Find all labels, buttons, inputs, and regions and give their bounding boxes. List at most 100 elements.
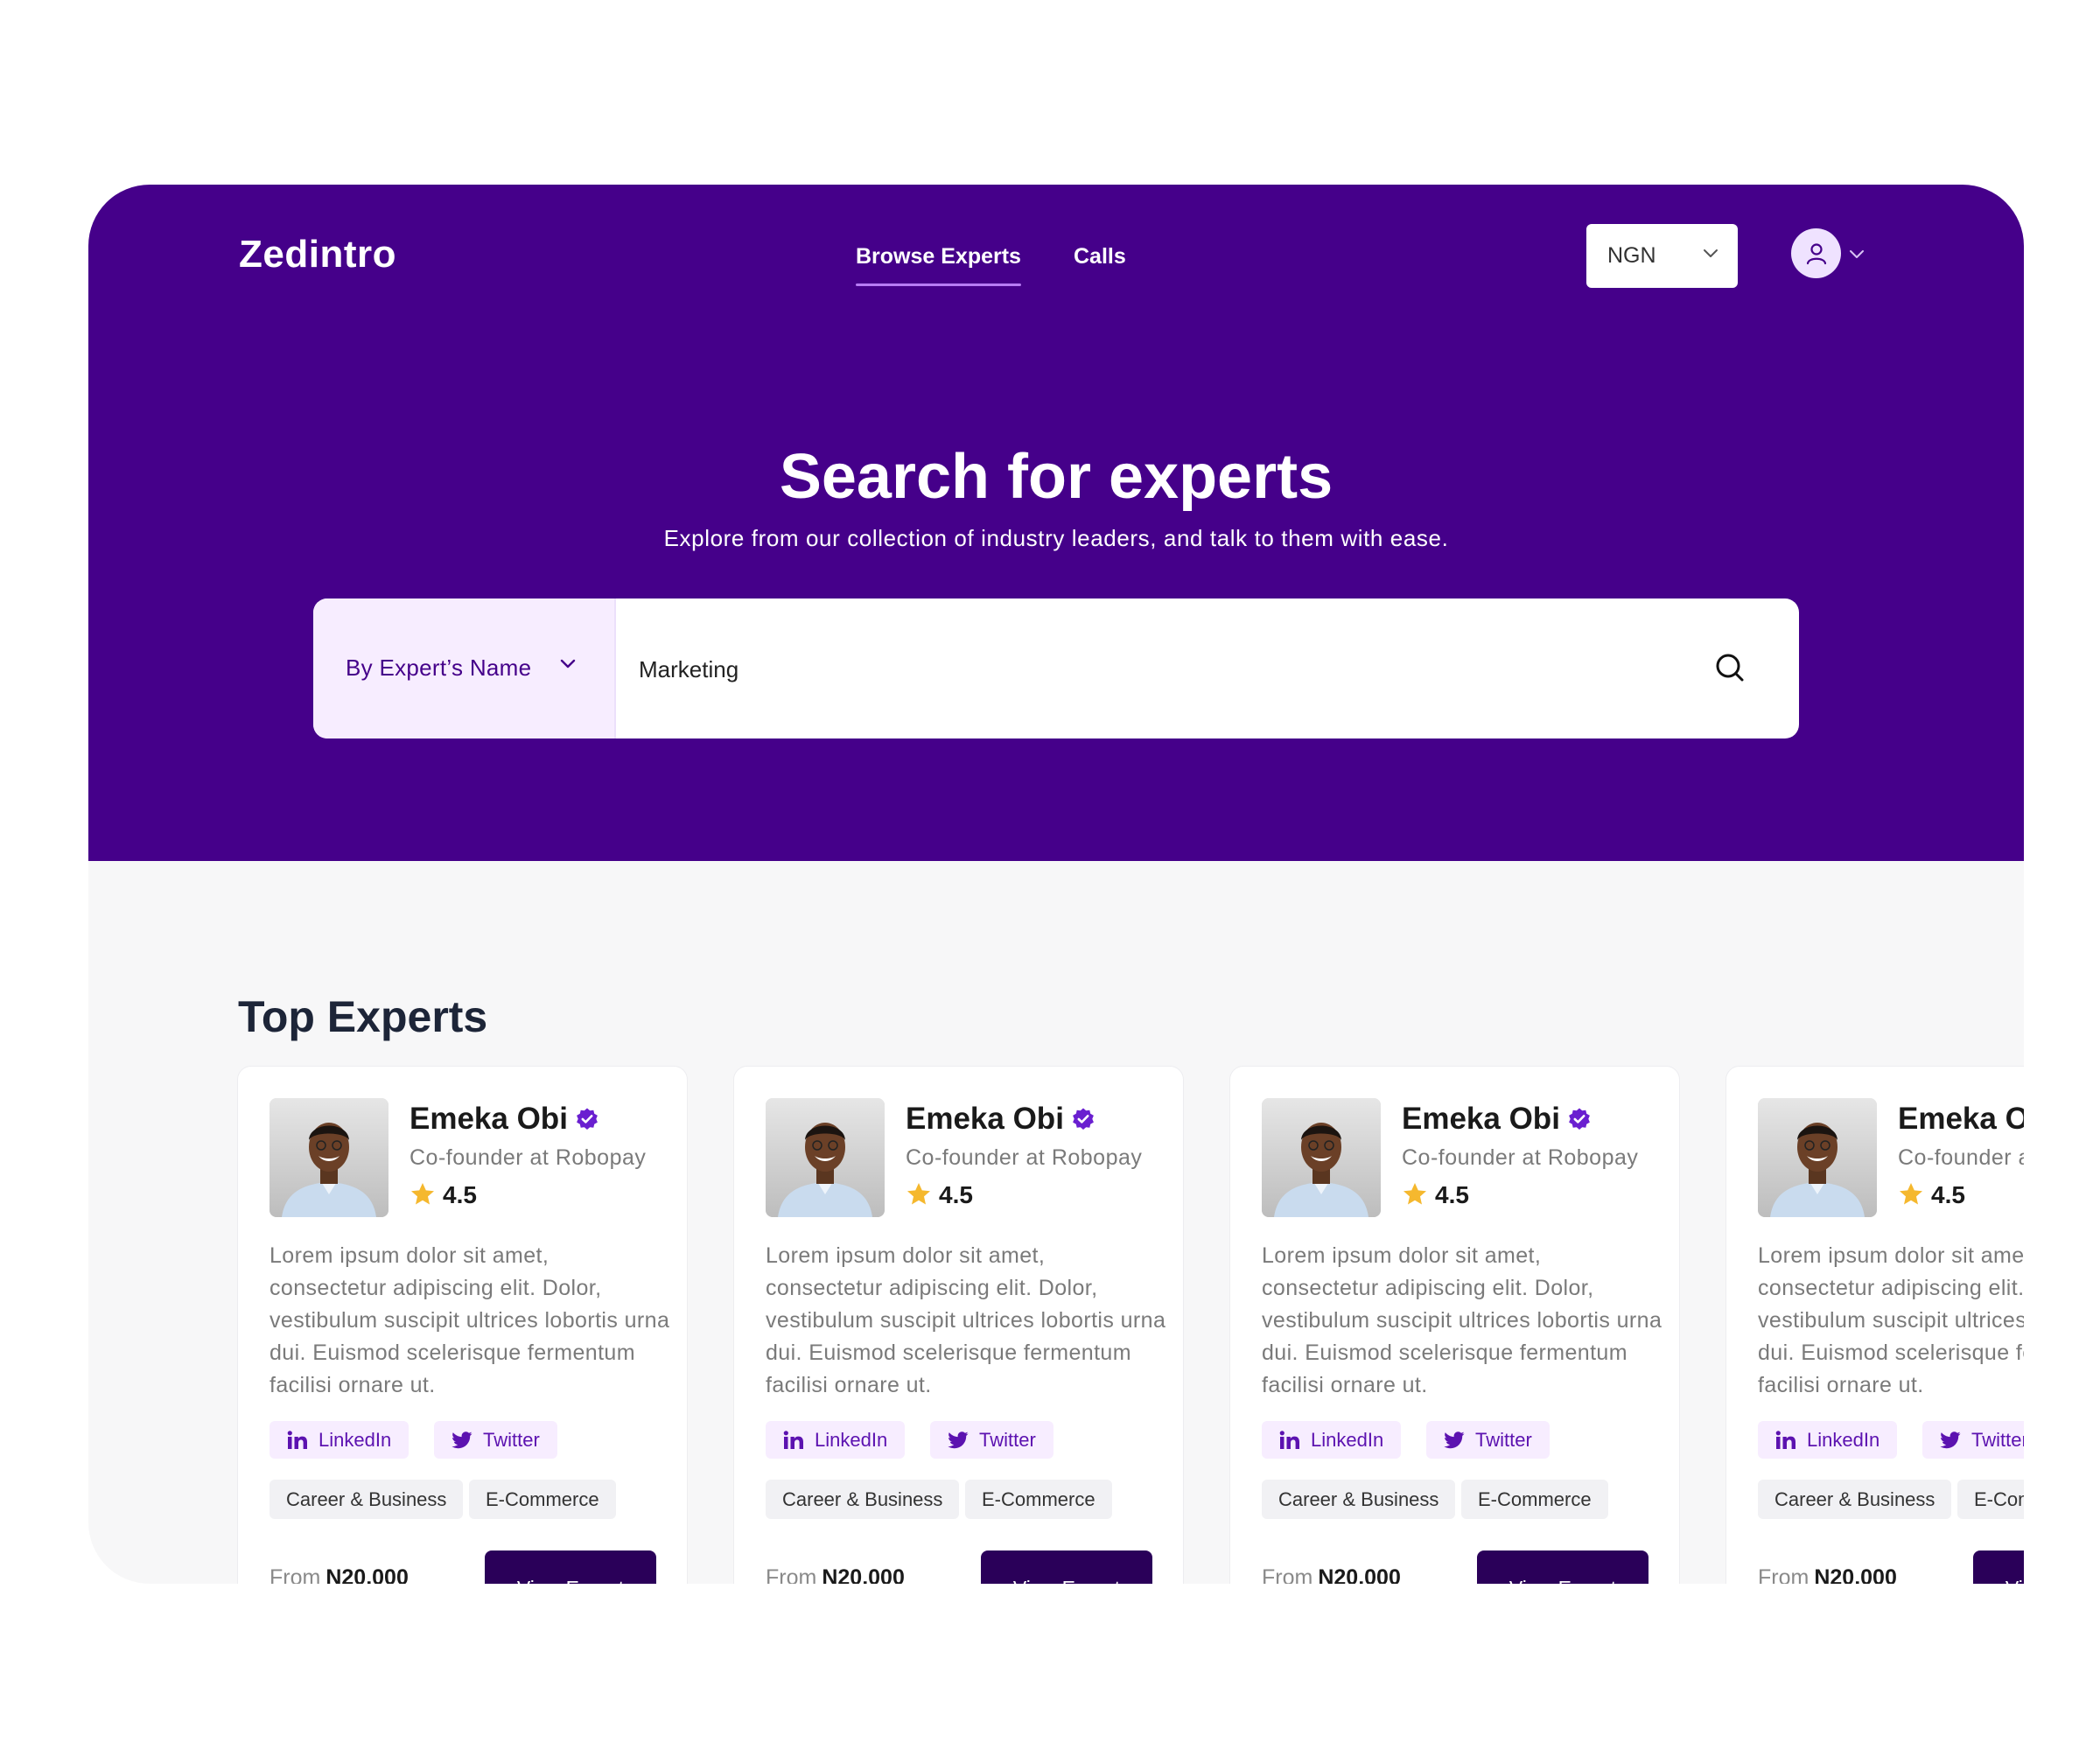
expert-avatar [766, 1098, 885, 1217]
expert-name: Emeka Obi [1402, 1102, 1560, 1136]
currency-select[interactable]: NGN [1586, 224, 1738, 288]
price-value: N20,000 [1318, 1565, 1401, 1584]
view-expert-button[interactable]: View Expert [1973, 1550, 2024, 1584]
star-icon [907, 1183, 930, 1205]
search-input[interactable] [637, 647, 1690, 692]
linkedin-icon [1775, 1430, 1796, 1449]
twitter-label: Twitter [979, 1428, 1036, 1451]
expert-avatar [1262, 1098, 1381, 1217]
category-tag: E-Commerce [1461, 1480, 1608, 1519]
twitter-icon [452, 1431, 472, 1448]
price-prefix: From [270, 1565, 321, 1584]
expert-card: Emeka Obi Co-founder at Robopay 4.5 Lore… [1726, 1066, 2024, 1584]
linkedin-label: LinkedIn [318, 1428, 392, 1451]
app-window: Zedintro Browse Experts Calls NGN Search… [88, 185, 2024, 1584]
twitter-link[interactable]: Twitter [1922, 1421, 2024, 1459]
verified-badge-icon [577, 1108, 598, 1130]
expert-role: Co-founder at Robopay [410, 1145, 647, 1170]
twitter-label: Twitter [483, 1428, 540, 1451]
category-tag: E-Commerce [1957, 1480, 2024, 1519]
twitter-link[interactable]: Twitter [1426, 1421, 1550, 1459]
star-icon [1900, 1183, 1922, 1205]
linkedin-icon [1279, 1430, 1299, 1449]
twitter-icon [948, 1431, 969, 1448]
price-prefix: From [1262, 1565, 1313, 1584]
expert-name: Emeka Obi [906, 1102, 1064, 1136]
twitter-icon [1444, 1431, 1465, 1448]
twitter-label: Twitter [1971, 1428, 2024, 1451]
price-value: N20,000 [326, 1565, 409, 1584]
active-nav-indicator [856, 284, 1021, 286]
price-prefix: From [766, 1565, 817, 1584]
expert-price: From N20,000 [766, 1565, 905, 1584]
price-prefix: From [1758, 1565, 1810, 1584]
linkedin-label: LinkedIn [1807, 1428, 1880, 1451]
experts-carousel: Emeka Obi Co-founder at Robopay 4.5 Lore… [237, 1066, 2024, 1584]
expert-price: From N20,000 [1262, 1565, 1401, 1584]
price-value: N20,000 [1814, 1565, 1897, 1584]
nav-calls[interactable]: Calls [1074, 244, 1126, 270]
expert-card: Emeka Obi Co-founder at Robopay 4.5 Lore… [733, 1066, 1184, 1584]
star-icon [411, 1183, 434, 1205]
expert-avatar [270, 1098, 388, 1217]
expert-rating: 4.5 [939, 1181, 973, 1208]
user-menu[interactable] [1791, 228, 1870, 281]
expert-name: Emeka Obi [410, 1102, 568, 1136]
expert-bio: Lorem ipsum dolor sit amet, consectetur … [766, 1243, 1166, 1397]
expert-role: Co-founder at Robopay [906, 1145, 1143, 1170]
twitter-link[interactable]: Twitter [434, 1421, 557, 1459]
price-value: N20,000 [822, 1565, 905, 1584]
category-tag: Career & Business [1262, 1480, 1456, 1519]
currency-value: NGN [1607, 243, 1656, 268]
twitter-link[interactable]: Twitter [930, 1421, 1054, 1459]
category-tag: Career & Business [270, 1480, 464, 1519]
expert-bio: Lorem ipsum dolor sit amet, consectetur … [1262, 1243, 1662, 1397]
expert-bio: Lorem ipsum dolor sit amet, consectetur … [270, 1243, 670, 1397]
verified-badge-icon [1569, 1108, 1590, 1130]
expert-price: From N20,000 [1758, 1565, 1897, 1584]
nav-calls-label: Calls [1074, 244, 1126, 269]
linkedin-link[interactable]: LinkedIn [1262, 1421, 1402, 1459]
hero-section: Zedintro Browse Experts Calls NGN Search… [88, 185, 2024, 861]
expert-avatar [1758, 1098, 1877, 1217]
user-icon [1791, 228, 1841, 278]
category-tag: Career & Business [766, 1480, 960, 1519]
category-tag: Career & Business [1758, 1480, 1952, 1519]
linkedin-icon [287, 1430, 307, 1449]
hero-title: Search for experts [779, 442, 1334, 512]
expert-rating: 4.5 [1931, 1181, 1965, 1208]
search-icon[interactable] [1713, 651, 1746, 689]
linkedin-icon [783, 1430, 803, 1449]
expert-role: Co-founder at Robopay [1898, 1145, 2024, 1170]
view-expert-button[interactable]: View Expert [1477, 1550, 1648, 1584]
linkedin-link[interactable]: LinkedIn [766, 1421, 906, 1459]
expert-card: Emeka Obi Co-founder at Robopay 4.5 Lore… [237, 1066, 688, 1584]
linkedin-link[interactable]: LinkedIn [1758, 1421, 1898, 1459]
view-expert-button[interactable]: View Expert [981, 1550, 1152, 1584]
section-title-top-experts: Top Experts [238, 992, 488, 1041]
linkedin-label: LinkedIn [1311, 1428, 1384, 1451]
expert-name: Emeka Obi [1898, 1102, 2024, 1136]
verified-badge-icon [1073, 1108, 1094, 1130]
expert-role: Co-founder at Robopay [1402, 1145, 1639, 1170]
linkedin-label: LinkedIn [815, 1428, 888, 1451]
star-icon [1404, 1183, 1426, 1205]
search-bar: By Expert’s Name [313, 598, 1799, 738]
nav-browse-experts[interactable]: Browse Experts [856, 244, 1021, 286]
expert-rating: 4.5 [1435, 1181, 1469, 1208]
category-tag: E-Commerce [469, 1480, 616, 1519]
search-type-select[interactable]: By Expert’s Name [313, 598, 616, 738]
twitter-icon [1940, 1431, 1961, 1448]
chevron-down-icon [1704, 249, 1718, 257]
hero-subtitle: Explore from our collection of industry … [663, 525, 1449, 551]
expert-card: Emeka Obi Co-founder at Robopay 4.5 Lore… [1229, 1066, 1680, 1584]
logo[interactable]: Zedintro [239, 233, 396, 276]
nav-browse-experts-label: Browse Experts [856, 244, 1021, 269]
expert-rating: 4.5 [443, 1181, 477, 1208]
expert-bio: Lorem ipsum dolor sit amet, consectetur … [1758, 1243, 2024, 1397]
chevron-down-icon [560, 659, 576, 668]
search-type-label: By Expert’s Name [346, 654, 532, 681]
twitter-label: Twitter [1475, 1428, 1532, 1451]
view-expert-button[interactable]: View Expert [485, 1550, 656, 1584]
linkedin-link[interactable]: LinkedIn [270, 1421, 410, 1459]
